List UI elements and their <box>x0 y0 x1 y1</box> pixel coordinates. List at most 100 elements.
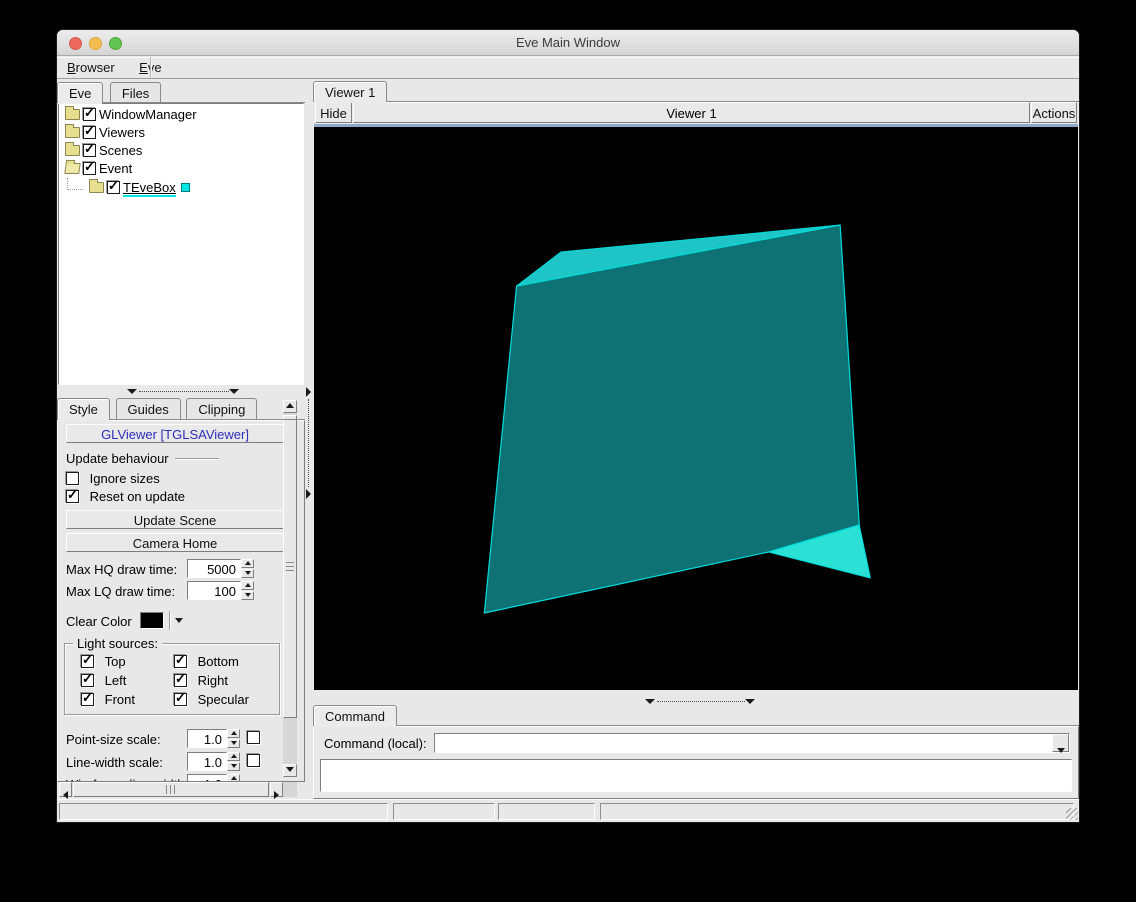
tree-item-label[interactable]: TEveBox <box>123 179 176 197</box>
max-lq-input[interactable]: 100 <box>187 581 241 600</box>
checkbox[interactable]: ✓ <box>83 106 96 122</box>
light-top-option[interactable]: ✓ Top <box>81 653 126 669</box>
checkbox[interactable] <box>247 731 260 744</box>
checkbox[interactable]: ✓ <box>81 691 94 707</box>
checkbox-label[interactable]: Specular <box>198 692 249 707</box>
style-panel-vertical-scrollbar[interactable] <box>283 400 297 777</box>
checkbox[interactable]: ✓ <box>83 160 96 176</box>
scroll-up-icon[interactable] <box>283 400 297 413</box>
checkbox-label[interactable]: Top <box>105 654 126 669</box>
checkbox[interactable]: ✓ <box>174 672 187 688</box>
folder-icon[interactable] <box>65 124 80 139</box>
viewer-tabbar: Viewer 1 <box>313 81 1079 103</box>
tree-item-scenes[interactable]: ✓ Scenes <box>59 140 303 158</box>
folder-open-icon[interactable] <box>64 163 81 175</box>
checkbox[interactable] <box>247 754 260 767</box>
folder-icon[interactable] <box>89 178 104 193</box>
window-titlebar[interactable]: Eve Main Window <box>57 30 1079 56</box>
splitter-collapse-icon[interactable] <box>306 489 311 499</box>
spinner-up-icon[interactable] <box>227 774 240 781</box>
checkbox[interactable]: ✓ <box>66 488 79 504</box>
tab-command[interactable]: Command <box>313 705 397 727</box>
folder-icon[interactable] <box>65 106 80 121</box>
spinner-down-icon[interactable] <box>241 591 254 600</box>
tree-item-event[interactable]: ✓ Event <box>59 158 303 176</box>
checkbox[interactable]: ✓ <box>174 691 187 707</box>
tab-eve[interactable]: Eve <box>57 82 104 104</box>
scroll-left-icon[interactable] <box>59 782 72 799</box>
color-picker-dropdown-icon[interactable] <box>175 618 183 623</box>
tree-item-tevebox[interactable]: ✓ TEveBox <box>59 176 303 197</box>
viewer-title-bar[interactable]: Viewer 1 <box>353 102 1030 123</box>
command-combobox[interactable] <box>434 733 1070 753</box>
light-front-option[interactable]: ✓ Front <box>81 691 135 707</box>
tree-item-label[interactable]: Viewers <box>99 125 145 140</box>
folder-icon[interactable] <box>65 142 80 157</box>
style-panel-horizontal-scrollbar[interactable] <box>59 782 297 799</box>
tab-guides[interactable]: Guides <box>115 398 181 420</box>
spinner-down-icon[interactable] <box>227 739 240 748</box>
checkbox-label[interactable]: Left <box>105 673 127 688</box>
checkbox-label[interactable]: Front <box>105 692 135 707</box>
checkbox-label[interactable]: Bottom <box>198 654 239 669</box>
checkbox[interactable]: ✓ <box>81 653 94 669</box>
spinner-up-icon[interactable] <box>227 729 240 738</box>
splitter-collapse-icon[interactable] <box>645 699 655 704</box>
checkbox-label[interactable]: Ignore sizes <box>90 471 160 486</box>
light-right-option[interactable]: ✓ Right <box>174 672 228 688</box>
vertical-splitter[interactable] <box>305 81 313 799</box>
checkbox[interactable]: ✓ <box>107 179 120 194</box>
spinner-up-icon[interactable] <box>227 752 240 761</box>
left-horizontal-splitter[interactable] <box>57 385 305 398</box>
checkbox[interactable]: ✓ <box>81 672 94 688</box>
splitter-collapse-icon[interactable] <box>127 389 137 394</box>
camera-home-button[interactable]: Camera Home <box>66 533 284 552</box>
spinner-up-icon[interactable] <box>241 559 254 568</box>
light-left-option[interactable]: ✓ Left <box>81 672 126 688</box>
combobox-dropdown-icon[interactable] <box>1052 734 1069 753</box>
scrollbar-thumb[interactable] <box>73 782 269 797</box>
clear-color-swatch[interactable] <box>140 612 164 629</box>
tree-item-label[interactable]: Event <box>99 161 132 176</box>
spinner-down-icon[interactable] <box>241 569 254 578</box>
spinner-down-icon[interactable] <box>227 762 240 771</box>
actions-button[interactable]: Actions <box>1031 102 1077 123</box>
wireframe-input[interactable]: 1.0 <box>187 774 227 781</box>
scrollbar-thumb[interactable] <box>283 415 297 718</box>
line-width-input[interactable]: 1.0 <box>187 752 227 771</box>
menu-browser[interactable]: Browser <box>57 57 125 79</box>
checkbox[interactable]: ✓ <box>83 142 96 158</box>
tab-style[interactable]: Style <box>57 398 110 421</box>
resize-grip-icon[interactable] <box>1066 808 1078 820</box>
spinner-up-icon[interactable] <box>241 581 254 590</box>
checkbox[interactable]: ✓ <box>174 653 187 669</box>
checkbox-label[interactable]: Reset on update <box>90 489 185 504</box>
reset-on-update-option[interactable]: ✓ Reset on update <box>66 488 284 504</box>
glviewer-button[interactable]: GLViewer [TGLSAViewer] <box>66 424 284 443</box>
update-scene-button[interactable]: Update Scene <box>66 510 284 529</box>
tab-clipping[interactable]: Clipping <box>186 398 258 420</box>
tree-item-windowmanager[interactable]: ✓ WindowManager <box>59 104 303 122</box>
light-specular-option[interactable]: ✓ Specular <box>174 691 249 707</box>
ignore-sizes-option[interactable]: Ignore sizes <box>66 470 284 486</box>
tab-files[interactable]: Files <box>109 82 162 103</box>
checkbox[interactable] <box>66 472 79 486</box>
tree-item-label[interactable]: Scenes <box>99 143 142 158</box>
hide-button[interactable]: Hide <box>315 102 352 123</box>
eve-tree-view[interactable]: ✓ WindowManager ✓ Viewers ✓ Scenes ✓ Event ✓… <box>58 103 304 385</box>
scroll-down-icon[interactable] <box>283 764 297 777</box>
tree-item-viewers[interactable]: ✓ Viewers <box>59 122 303 140</box>
gl-viewport[interactable] <box>314 127 1078 690</box>
max-hq-input[interactable]: 5000 <box>187 559 241 578</box>
scroll-right-icon[interactable] <box>270 782 283 799</box>
splitter-collapse-icon[interactable] <box>306 387 311 397</box>
checkbox[interactable]: ✓ <box>83 124 96 140</box>
splitter-collapse-icon[interactable] <box>745 699 755 704</box>
point-size-input[interactable]: 1.0 <box>187 729 227 748</box>
tree-item-label[interactable]: WindowManager <box>99 107 197 122</box>
light-bottom-option[interactable]: ✓ Bottom <box>174 653 239 669</box>
checkbox-label[interactable]: Right <box>198 673 228 688</box>
splitter-collapse-icon[interactable] <box>229 389 239 394</box>
tab-viewer-1[interactable]: Viewer 1 <box>313 81 388 103</box>
command-output-area[interactable] <box>320 759 1072 792</box>
